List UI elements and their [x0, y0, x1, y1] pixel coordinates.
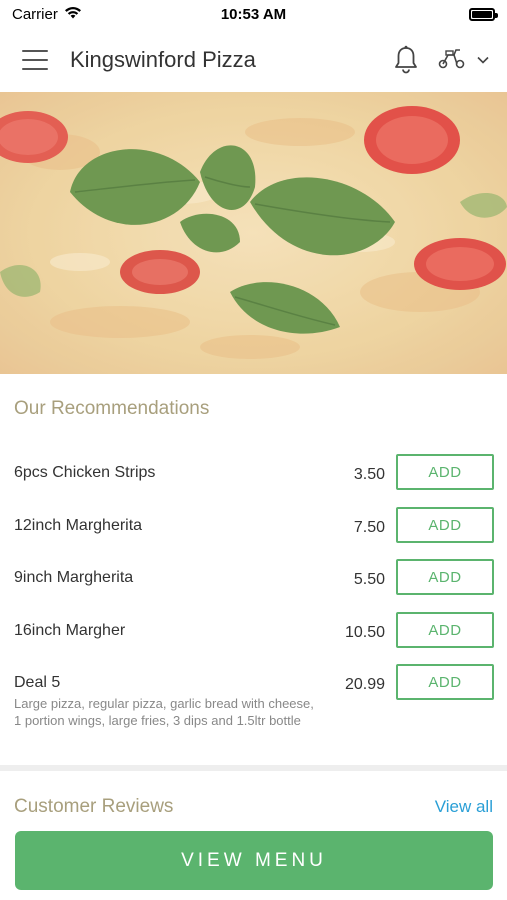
delivery-mode-selector[interactable] — [437, 46, 489, 75]
item-name: 12inch Margherita — [14, 517, 143, 534]
add-button[interactable]: ADD — [396, 507, 494, 543]
item-price: 5.50 — [353, 571, 385, 588]
add-button[interactable]: ADD — [396, 664, 494, 700]
item-name: Deal 5 — [14, 674, 61, 691]
section-divider — [0, 765, 507, 771]
bell-icon[interactable] — [393, 45, 419, 75]
hamburger-menu-icon[interactable] — [22, 50, 48, 70]
status-bar: Carrier 10:53 AM — [0, 0, 507, 28]
chevron-down-icon — [477, 51, 489, 69]
add-button[interactable]: ADD — [396, 612, 494, 648]
scooter-icon — [437, 46, 467, 75]
item-price: 20.99 — [344, 676, 385, 693]
add-button[interactable]: ADD — [396, 454, 494, 490]
status-left: Carrier — [12, 6, 82, 23]
wifi-icon — [64, 6, 82, 23]
item-name: 16inch Margher — [14, 622, 126, 639]
add-button[interactable]: ADD — [396, 559, 494, 595]
view-menu-button[interactable]: VIEW MENU — [15, 831, 493, 890]
reviews-title: Customer Reviews — [14, 796, 174, 817]
item-description: Large pizza, regular pizza, garlic bread… — [14, 696, 314, 728]
header-icons — [393, 45, 489, 75]
item-name: 9inch Margherita — [14, 569, 134, 586]
app-header: Kingswinford Pizza — [0, 28, 507, 92]
view-all-reviews-link[interactable]: View all — [435, 797, 493, 817]
battery-icon — [469, 7, 498, 21]
page-title: Kingswinford Pizza — [70, 47, 256, 72]
recommendations-title: Our Recommendations — [14, 398, 210, 419]
hero-image — [0, 92, 507, 374]
item-name: 6pcs Chicken Strips — [14, 464, 156, 481]
item-price: 7.50 — [353, 519, 385, 536]
item-price: 10.50 — [344, 624, 385, 641]
carrier-label: Carrier — [12, 5, 58, 23]
item-price: 3.50 — [353, 466, 385, 483]
